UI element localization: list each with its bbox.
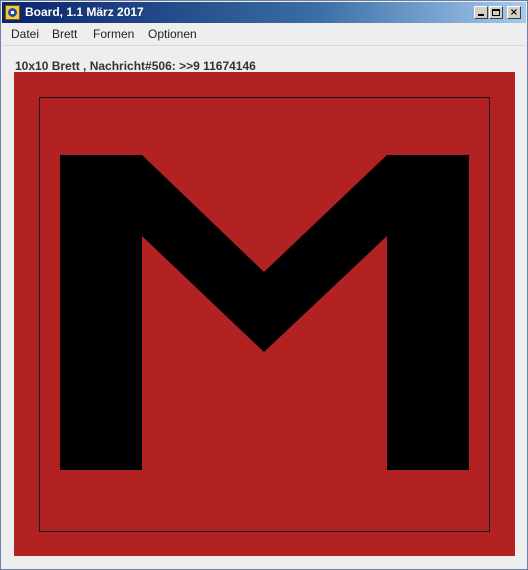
content-panel: 10x10 Brett , Nachricht#506: >>9 1167414… [2,46,526,568]
maximize-button[interactable] [489,6,503,19]
board-canvas[interactable] [14,72,515,556]
menu-datei[interactable]: Datei [11,27,39,41]
menu-optionen[interactable]: Optionen [148,27,197,41]
status-message: 10x10 Brett , Nachricht#506: >>9 1167414… [15,59,256,73]
minimize-icon [478,14,484,16]
menu-formen[interactable]: Formen [93,27,134,41]
menu-brett[interactable]: Brett [52,27,77,41]
close-button[interactable]: × [507,6,521,19]
title-bar[interactable]: Board, 1.1 März 2017 × [2,2,526,23]
close-icon: × [509,7,519,18]
board-app-icon[interactable] [5,5,20,20]
window-title: Board, 1.1 März 2017 [25,5,144,19]
minimize-button[interactable] [474,6,488,19]
menu-bar: Datei Brett Formen Optionen [2,23,526,46]
maximize-icon [492,9,500,16]
application-window: Board, 1.1 März 2017 × Datei Brett Forme… [0,0,528,570]
